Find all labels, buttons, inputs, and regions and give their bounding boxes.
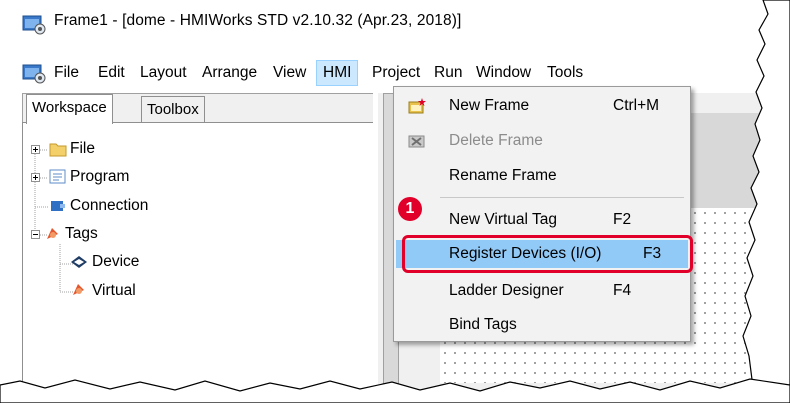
torn-edge-bottom <box>0 378 790 403</box>
menu-item-delete-frame[interactable]: Delete Frame <box>396 127 688 155</box>
virtual-icon <box>73 284 84 295</box>
system-menu-icon[interactable] <box>22 62 46 84</box>
tree-item-program[interactable]: Program <box>70 168 129 186</box>
menu-item-bind-tags[interactable]: Bind Tags <box>396 311 688 339</box>
highlight-annotation <box>402 235 693 273</box>
menu-file[interactable]: File <box>48 60 85 86</box>
tags-icon <box>47 228 58 239</box>
menu-item-ladder-designer[interactable]: Ladder Designer F4 <box>396 277 688 305</box>
menu-layout[interactable]: Layout <box>134 60 193 86</box>
expander-file-icon[interactable] <box>31 145 40 154</box>
connection-icon <box>51 201 65 211</box>
menu-window[interactable]: Window <box>470 60 537 86</box>
menu-item-label: Delete Frame <box>449 132 543 149</box>
tree-item-tags[interactable]: Tags <box>65 225 98 243</box>
menu-tools[interactable]: Tools <box>541 60 589 86</box>
tree-item-device[interactable]: Device <box>92 253 139 271</box>
tree-item-virtual[interactable]: Virtual <box>92 282 136 300</box>
program-icon <box>49 169 66 184</box>
menu-hmi[interactable]: HMI <box>316 60 359 86</box>
step-badge: 1 <box>398 197 422 221</box>
menu-item-shortcut: F4 <box>613 282 632 299</box>
tree-item-connection[interactable]: Connection <box>70 197 148 215</box>
tree-item-file[interactable]: File <box>70 140 95 158</box>
new-frame-icon <box>408 98 426 114</box>
menu-separator <box>440 197 684 198</box>
expander-tags-icon[interactable] <box>31 230 40 239</box>
window-title: Frame1 - [dome - HMIWorks STD v2.10.32 (… <box>54 12 462 29</box>
menu-item-new-virtual-tag[interactable]: New Virtual Tag F2 <box>396 206 688 234</box>
folder-icon <box>49 143 67 157</box>
app-icon <box>22 13 46 35</box>
expander-program-icon[interactable] <box>31 173 40 182</box>
menu-item-label: Bind Tags <box>449 316 517 333</box>
menu-item-rename-frame[interactable]: Rename Frame <box>396 162 688 190</box>
menu-run[interactable]: Run <box>428 60 468 86</box>
menu-item-label: Rename Frame <box>449 167 557 184</box>
menu-item-label: New Virtual Tag <box>449 211 557 228</box>
menu-arrange[interactable]: Arrange <box>196 60 263 86</box>
menu-item-shortcut: Ctrl+M <box>613 97 660 114</box>
hmi-dropdown-menu: New Frame Ctrl+M Delete Frame Rename Fra… <box>393 86 691 342</box>
menu-item-shortcut: F2 <box>613 211 632 228</box>
menu-item-new-frame[interactable]: New Frame Ctrl+M <box>396 92 688 120</box>
tab-toolbox[interactable]: Toolbox <box>141 96 205 123</box>
menu-item-label: New Frame <box>449 97 530 114</box>
menu-edit[interactable]: Edit <box>92 60 131 86</box>
menu-view[interactable]: View <box>267 60 312 86</box>
menu-project[interactable]: Project <box>366 60 426 86</box>
device-icon <box>71 256 87 268</box>
torn-edge-right <box>742 0 790 403</box>
delete-frame-icon <box>408 133 426 149</box>
menu-item-label: Ladder Designer <box>449 282 564 299</box>
tab-workspace[interactable]: Workspace <box>26 94 113 124</box>
